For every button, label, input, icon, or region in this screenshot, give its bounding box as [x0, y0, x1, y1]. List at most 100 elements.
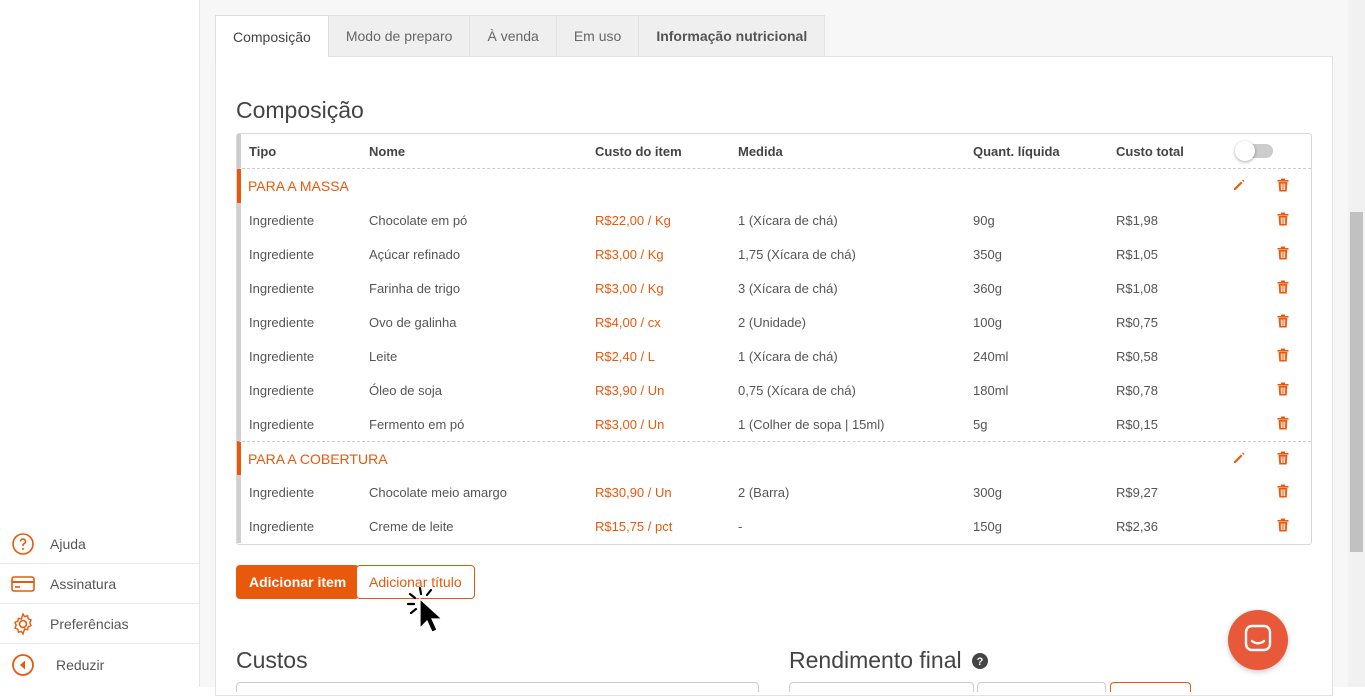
table-cell: 180ml	[973, 383, 1008, 398]
sidebar-item-label: Preferências	[50, 616, 129, 632]
table-cell: 90g	[973, 213, 995, 228]
table-row: IngredienteOvo de galinhaR$4,00 / cx2 (U…	[237, 305, 1311, 339]
trash-icon[interactable]	[1275, 415, 1291, 431]
table-row: IngredienteFermento em póR$3,00 / Un1 (C…	[237, 407, 1311, 441]
table-cell: Ingrediente	[249, 519, 314, 534]
sidebar-item-label: Reduzir	[56, 657, 104, 673]
trash-icon[interactable]	[1275, 517, 1291, 533]
table-cell: R$0,58	[1116, 349, 1158, 364]
trash-icon[interactable]	[1275, 347, 1291, 363]
table-row: IngredienteLeiteR$2,40 / L1 (Xícara de c…	[237, 339, 1311, 373]
sidebar-item-reduzir[interactable]: Reduzir	[0, 645, 199, 685]
table-row: IngredienteChocolate em póR$22,00 / Kg1 …	[237, 203, 1311, 237]
table-cell: Creme de leite	[369, 519, 454, 534]
sidebar-item-label: Ajuda	[50, 536, 86, 552]
table-cell: Leite	[369, 349, 397, 364]
header-tipo: Tipo	[249, 144, 276, 159]
credit-card-icon	[10, 571, 36, 597]
table-cell: R$3,00 / Kg	[595, 281, 664, 296]
page-scrollbar[interactable]	[1348, 0, 1365, 687]
header-custo-item: Custo do item	[595, 144, 682, 159]
costs-field[interactable]	[236, 682, 759, 692]
table-cell: R$0,78	[1116, 383, 1158, 398]
section-title-row: PARA A COBERTURA	[237, 441, 1311, 475]
table-row: IngredienteChocolate meio amargoR$30,90 …	[237, 475, 1311, 509]
header-custo-total: Custo total	[1116, 144, 1184, 159]
table-row: IngredienteÓleo de sojaR$3,90 / Un0,75 (…	[237, 373, 1311, 407]
table-cell: 350g	[973, 247, 1002, 262]
header-medida: Medida	[738, 144, 783, 159]
composition-title: Composição	[236, 97, 364, 124]
scrollbar-thumb[interactable]	[1350, 212, 1363, 552]
toggle-switch[interactable]	[1237, 144, 1273, 158]
collapse-icon	[10, 652, 36, 678]
table-cell: 2 (Barra)	[738, 485, 789, 500]
table-cell: R$9,27	[1116, 485, 1158, 500]
trash-icon[interactable]	[1275, 313, 1291, 329]
trash-icon[interactable]	[1275, 211, 1291, 227]
table-cell: 150g	[973, 519, 1002, 534]
table-cell: Ingrediente	[249, 315, 314, 330]
costs-title: Custos	[236, 647, 308, 674]
tab-composicao[interactable]: Composição	[215, 15, 329, 57]
trash-icon[interactable]	[1275, 279, 1291, 295]
sidebar-item-ajuda[interactable]: Ajuda	[0, 524, 199, 564]
yield-action-button[interactable]	[1110, 682, 1191, 692]
tab-a-venda[interactable]: À venda	[469, 15, 556, 56]
svg-text:?: ?	[977, 656, 984, 668]
section-title-row: PARA A MASSA	[237, 169, 1311, 203]
table-cell: 1,75 (Xícara de chá)	[738, 247, 856, 262]
table-cell: 1 (Xícara de chá)	[738, 213, 838, 228]
table-cell: 240ml	[973, 349, 1008, 364]
edit-icon[interactable]	[1231, 450, 1247, 466]
table-cell: R$1,98	[1116, 213, 1158, 228]
help-icon	[10, 531, 36, 557]
tab-bar: Composição Modo de preparo À venda Em us…	[215, 15, 824, 56]
table-cell: R$3,90 / Un	[595, 383, 664, 398]
table-cell: Ingrediente	[249, 349, 314, 364]
table-cell: R$0,15	[1116, 417, 1158, 432]
sidebar: Ajuda Assinatura Preferências Reduzir	[0, 0, 200, 687]
composition-table: Tipo Nome Custo do item Medida Quant. lí…	[236, 133, 1312, 545]
trash-icon[interactable]	[1275, 450, 1291, 466]
header-nome: Nome	[369, 144, 405, 159]
composition-panel: Composição Tipo Nome Custo do item Medid…	[215, 56, 1333, 696]
table-cell: 5g	[973, 417, 987, 432]
yield-unit-field[interactable]	[977, 682, 1106, 692]
tab-informacao-nutricional[interactable]: Informação nutricional	[638, 15, 825, 56]
table-header: Tipo Nome Custo do item Medida Quant. lí…	[237, 134, 1311, 169]
table-cell: -	[738, 519, 742, 534]
table-cell: R$1,05	[1116, 247, 1158, 262]
trash-icon[interactable]	[1275, 177, 1291, 193]
tab-modo-de-preparo[interactable]: Modo de preparo	[328, 15, 471, 56]
table-cell: R$3,00 / Un	[595, 417, 664, 432]
header-quant-liquida: Quant. líquida	[973, 144, 1060, 159]
table-cell: R$15,75 / pct	[595, 519, 672, 534]
table-cell: Óleo de soja	[369, 383, 442, 398]
help-circle-icon[interactable]: ?	[972, 648, 988, 675]
table-cell: 3 (Xícara de chá)	[738, 281, 838, 296]
chat-icon	[1243, 623, 1273, 658]
tab-em-uso[interactable]: Em uso	[556, 15, 639, 56]
section-title: PARA A COBERTURA	[248, 451, 388, 467]
table-cell: Ovo de galinha	[369, 315, 456, 330]
sidebar-item-assinatura[interactable]: Assinatura	[0, 564, 199, 604]
add-item-button[interactable]: Adicionar item	[236, 565, 359, 599]
final-yield-title: Rendimento final ?	[789, 647, 988, 675]
table-cell: Chocolate em pó	[369, 213, 467, 228]
yield-field[interactable]	[789, 682, 974, 692]
table-cell: Farinha de trigo	[369, 281, 460, 296]
table-cell: Fermento em pó	[369, 417, 464, 432]
table-cell: R$22,00 / Kg	[595, 213, 671, 228]
chat-launcher-button[interactable]	[1228, 610, 1288, 670]
table-cell: 0,75 (Xícara de chá)	[738, 383, 856, 398]
trash-icon[interactable]	[1275, 245, 1291, 261]
sidebar-item-preferencias[interactable]: Preferências	[0, 604, 199, 644]
gear-icon	[10, 611, 36, 637]
table-cell: R$3,00 / Kg	[595, 247, 664, 262]
trash-icon[interactable]	[1275, 483, 1291, 499]
trash-icon[interactable]	[1275, 381, 1291, 397]
edit-icon[interactable]	[1231, 177, 1247, 193]
table-cell: 1 (Xícara de chá)	[738, 349, 838, 364]
table-cell: Chocolate meio amargo	[369, 485, 507, 500]
